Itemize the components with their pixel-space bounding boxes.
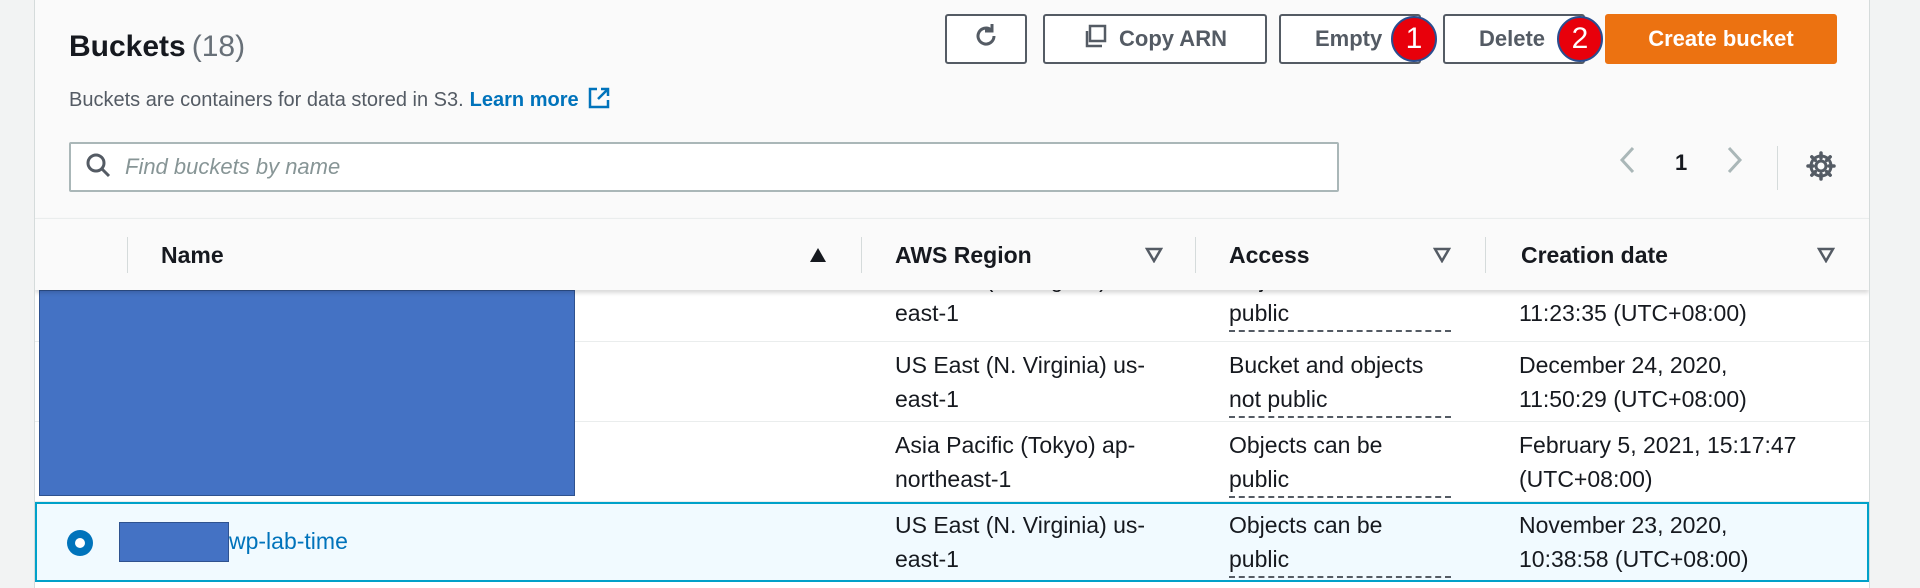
step-badge-1: 1 [1391,16,1437,62]
table-row-selected[interactable]: wp-lab-time US East (N. Virginia) us- ea… [35,502,1869,582]
sort-icon[interactable] [1432,247,1452,268]
sort-ascending-icon[interactable] [809,247,827,268]
column-divider [861,237,862,273]
search-input[interactable] [125,154,1305,180]
redacted-bucket-names [39,290,575,496]
creation-date-cell: December 24, 2020, 11:50:29 (UTC+08:00) [1519,352,1747,412]
pager-divider [1777,146,1778,190]
delete-label: Delete [1479,26,1546,51]
region-cell: Asia Pacific (Tokyo) ap- northeast-1 [895,432,1136,492]
description-text: Buckets are containers for data stored i… [69,89,464,111]
sort-icon[interactable] [1144,247,1164,268]
column-divider [127,237,128,273]
table-header: Name AWS Region Access Creation date [35,218,1869,290]
redacted-bucket-prefix [119,522,229,562]
column-header-access[interactable]: Access [1229,219,1310,291]
gear-icon[interactable] [1805,150,1837,187]
access-cell: Bucket and objects not public [1229,348,1451,418]
creation-date-cell: February 5, 2021, 15:17:47 (UTC+08:00) [1519,432,1797,492]
column-header-name[interactable]: Name [161,219,224,291]
region-cell: US East (N. Virginia) us- east-1 [895,352,1146,412]
region-cell: US East (N. Virginia) us- east-1 [895,512,1146,572]
create-bucket-label: Create bucket [1648,26,1794,51]
prev-page-icon[interactable] [1619,146,1635,179]
search-box [69,142,1339,192]
external-link-icon[interactable] [587,86,611,116]
column-divider [1195,237,1196,273]
copy-arn-button[interactable]: Copy ARN [1043,14,1267,64]
search-icon [85,152,111,183]
access-cell: Objects can be public [1229,508,1451,578]
page-description: Buckets are containers for data stored i… [69,86,611,116]
refresh-icon [972,22,1000,56]
page-title: Buckets (18) [69,30,245,64]
bucket-count: (18) [191,30,246,63]
access-cell: Objects can be public [1229,428,1451,498]
create-bucket-button[interactable]: Create bucket [1605,14,1837,64]
buckets-panel: Buckets (18) Buckets are containers for d… [34,0,1870,588]
copy-icon [1083,24,1107,54]
title-text: Buckets [69,30,186,63]
pagination: 1 [1619,146,1743,179]
creation-date-cell: November 23, 2020, 10:38:58 (UTC+08:00) [1519,512,1749,572]
bucket-name-link[interactable]: wp-lab-time [229,524,348,558]
column-header-region[interactable]: AWS Region [895,219,1032,291]
copy-arn-label: Copy ARN [1119,26,1227,51]
next-page-icon[interactable] [1727,146,1743,179]
current-page[interactable]: 1 [1675,150,1687,176]
empty-label: Empty [1315,26,1383,51]
step-badge-2: 2 [1557,16,1603,62]
row-radio-selected[interactable] [67,530,93,556]
refresh-button[interactable] [945,14,1027,64]
sort-icon[interactable] [1816,247,1836,268]
learn-more-link[interactable]: Learn more [470,89,579,111]
column-header-creation-date[interactable]: Creation date [1521,219,1668,291]
column-divider [1485,237,1486,273]
